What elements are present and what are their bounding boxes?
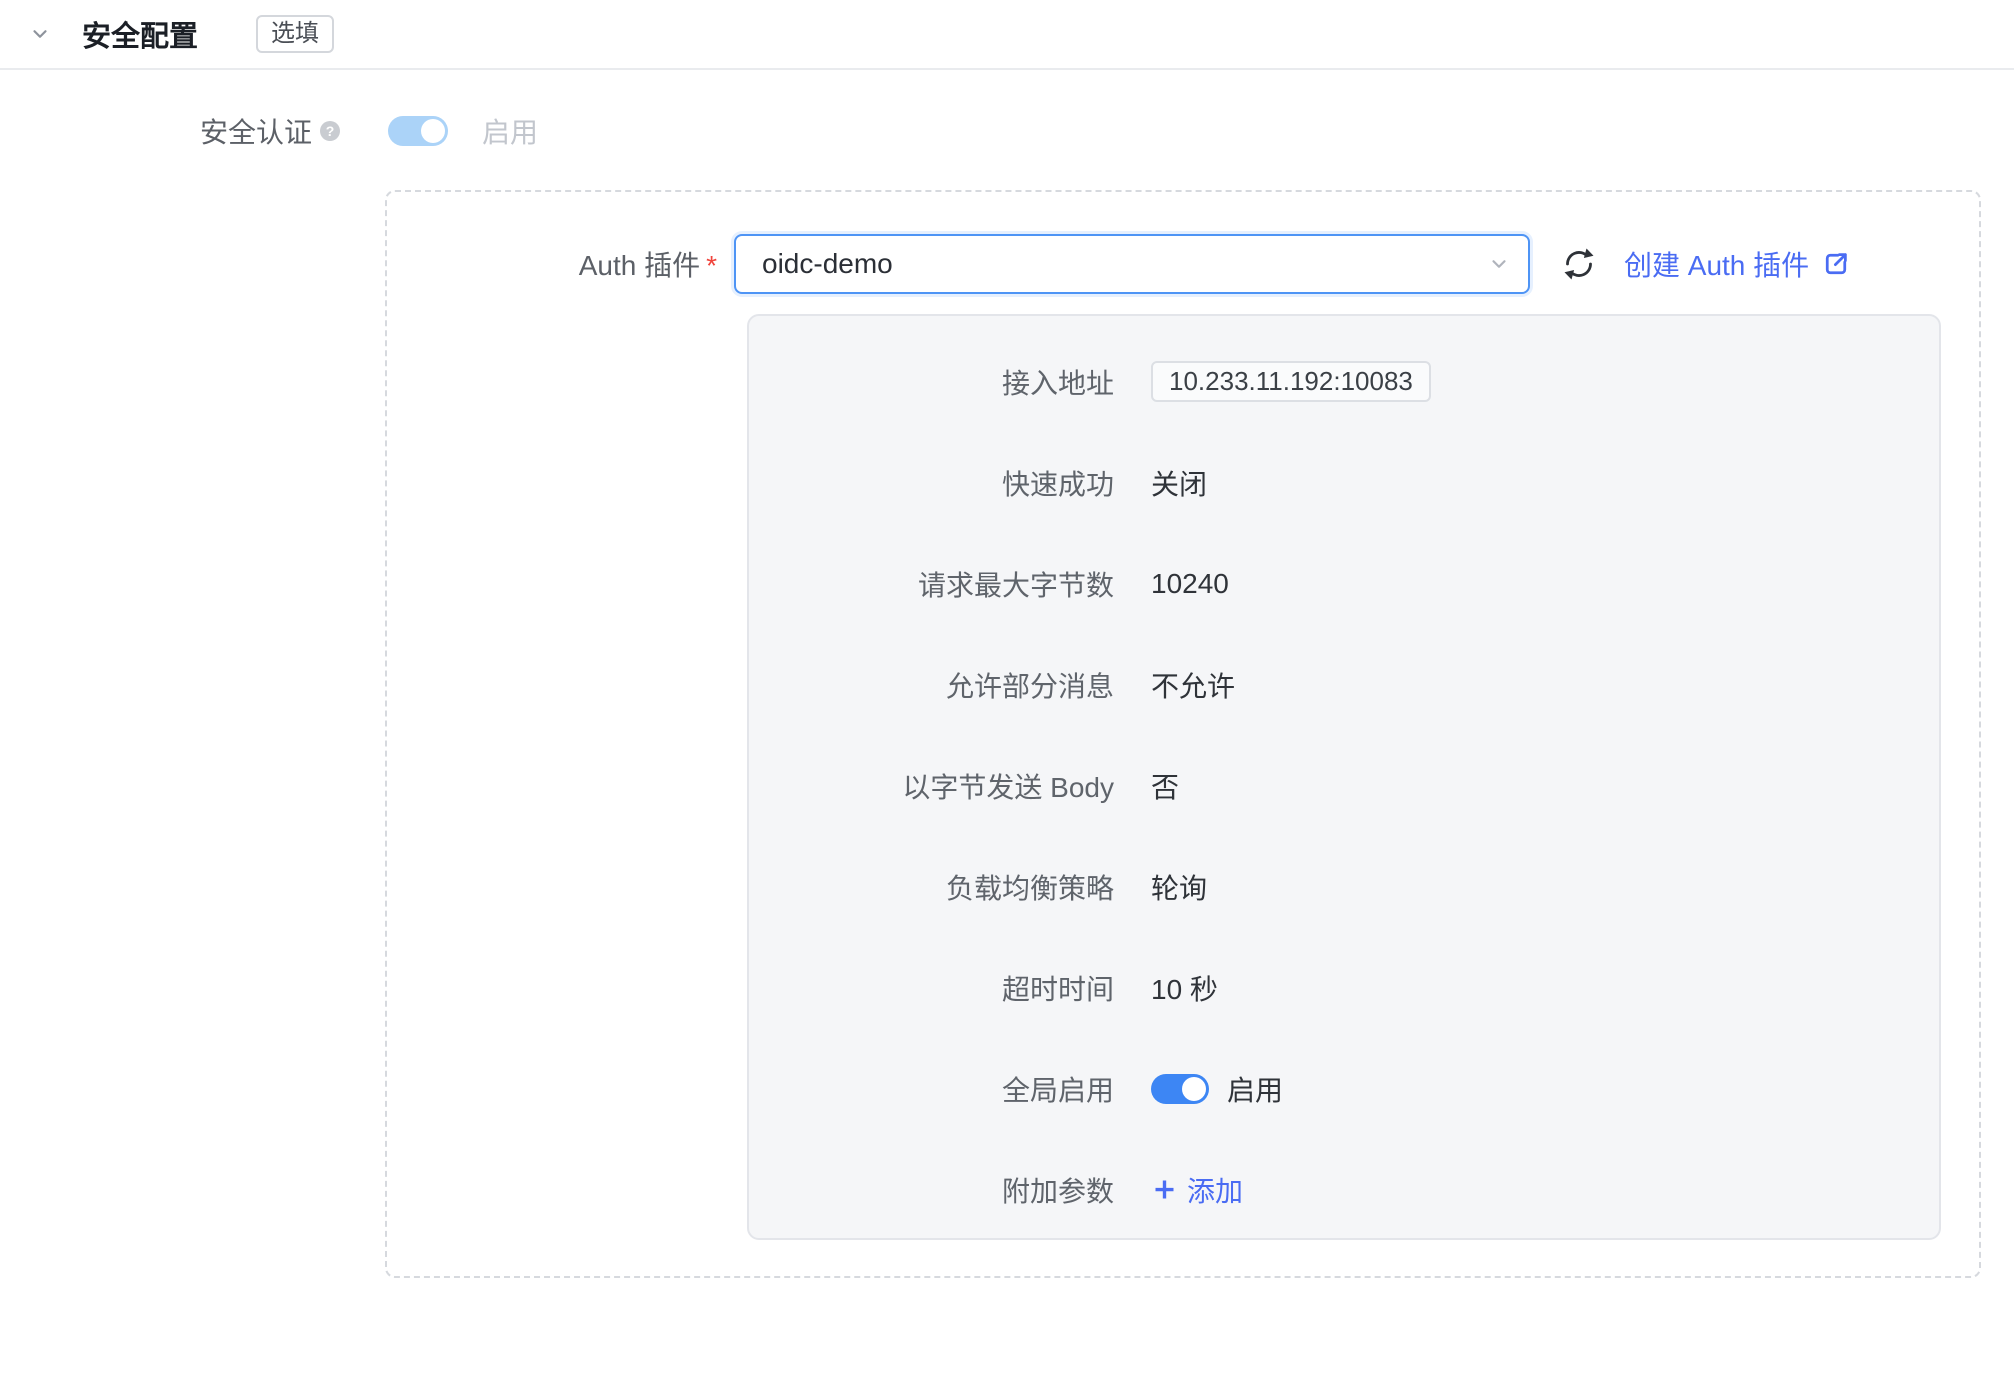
security-auth-label: 安全认证 — [200, 111, 312, 151]
plugin-detail-card: 接入地址 10.233.11.192:10083 快速成功 关闭 请求最大字节数… — [747, 314, 1941, 1240]
detail-label: 附加参数 — [749, 1170, 1114, 1210]
auth-plugin-label-text: Auth 插件 — [579, 250, 700, 281]
detail-value: 启用 — [1151, 1069, 1283, 1109]
detail-row-fast-success: 快速成功 关闭 — [749, 432, 1939, 533]
chevron-down-icon — [1488, 253, 1510, 275]
auth-plugin-fieldset: Auth 插件* oidc-demo 创建 Auth 插件 — [385, 190, 1981, 1278]
optional-badge: 选填 — [256, 15, 334, 54]
security-auth-toggle[interactable] — [388, 116, 448, 146]
detail-value: 10 秒 — [1151, 968, 1218, 1008]
auth-plugin-row: Auth 插件* oidc-demo 创建 Auth 插件 — [387, 234, 1979, 294]
detail-label: 快速成功 — [749, 463, 1114, 503]
section-title: 安全配置 — [82, 13, 198, 55]
security-auth-toggle-label: 启用 — [482, 111, 538, 151]
plus-icon — [1151, 1176, 1178, 1203]
auth-plugin-select[interactable]: oidc-demo — [734, 234, 1530, 294]
collapse-chevron-icon[interactable] — [28, 22, 52, 46]
help-icon[interactable]: ? — [320, 121, 340, 141]
global-enable-toggle-label: 启用 — [1227, 1069, 1283, 1109]
detail-value: 不允许 — [1151, 665, 1235, 705]
external-link-icon — [1821, 249, 1851, 279]
refresh-icon[interactable] — [1560, 245, 1598, 283]
detail-row-timeout: 超时时间 10 秒 — [749, 937, 1939, 1038]
detail-value: 添加 — [1151, 1170, 1243, 1210]
detail-label: 接入地址 — [749, 362, 1114, 402]
detail-row-extra-params: 附加参数 添加 — [749, 1139, 1939, 1240]
detail-row-max-request-bytes: 请求最大字节数 10240 — [749, 533, 1939, 634]
add-param-link-text: 添加 — [1187, 1170, 1243, 1210]
detail-value: 关闭 — [1151, 463, 1207, 503]
detail-row-address: 接入地址 10.233.11.192:10083 — [749, 331, 1939, 432]
toggle-knob — [421, 119, 445, 143]
detail-value: 10.233.11.192:10083 — [1151, 361, 1431, 402]
detail-label: 以字节发送 Body — [749, 766, 1114, 806]
auth-plugin-select-value: oidc-demo — [762, 248, 893, 280]
detail-label: 请求最大字节数 — [749, 564, 1114, 604]
security-config-section-header: 安全配置 选填 — [0, 0, 2014, 70]
detail-label: 允许部分消息 — [749, 665, 1114, 705]
detail-row-global-enable: 全局启用 启用 — [749, 1038, 1939, 1139]
required-mark: * — [706, 250, 717, 281]
detail-row-load-balance-policy: 负载均衡策略 轮询 — [749, 836, 1939, 937]
create-auth-plugin-link-text: 创建 Auth 插件 — [1624, 244, 1809, 284]
address-tag: 10.233.11.192:10083 — [1151, 361, 1431, 402]
detail-label: 负载均衡策略 — [749, 867, 1114, 907]
detail-label: 全局启用 — [749, 1069, 1114, 1109]
detail-row-allow-partial-message: 允许部分消息 不允许 — [749, 634, 1939, 735]
global-enable-toggle[interactable] — [1151, 1074, 1209, 1104]
detail-value: 10240 — [1151, 568, 1229, 600]
detail-label: 超时时间 — [749, 968, 1114, 1008]
detail-row-send-body-as-bytes: 以字节发送 Body 否 — [749, 735, 1939, 836]
security-config-page: 安全配置 选填 安全认证 ? 启用 Auth 插件* oidc-demo — [0, 0, 2014, 1384]
create-auth-plugin-link[interactable]: 创建 Auth 插件 — [1624, 244, 1851, 284]
detail-value: 轮询 — [1151, 867, 1207, 907]
security-auth-row: 安全认证 ? 启用 — [0, 103, 538, 159]
detail-value: 否 — [1151, 766, 1179, 806]
auth-plugin-label: Auth 插件* — [387, 244, 717, 284]
add-param-link[interactable]: 添加 — [1151, 1170, 1243, 1210]
toggle-knob — [1182, 1077, 1206, 1101]
